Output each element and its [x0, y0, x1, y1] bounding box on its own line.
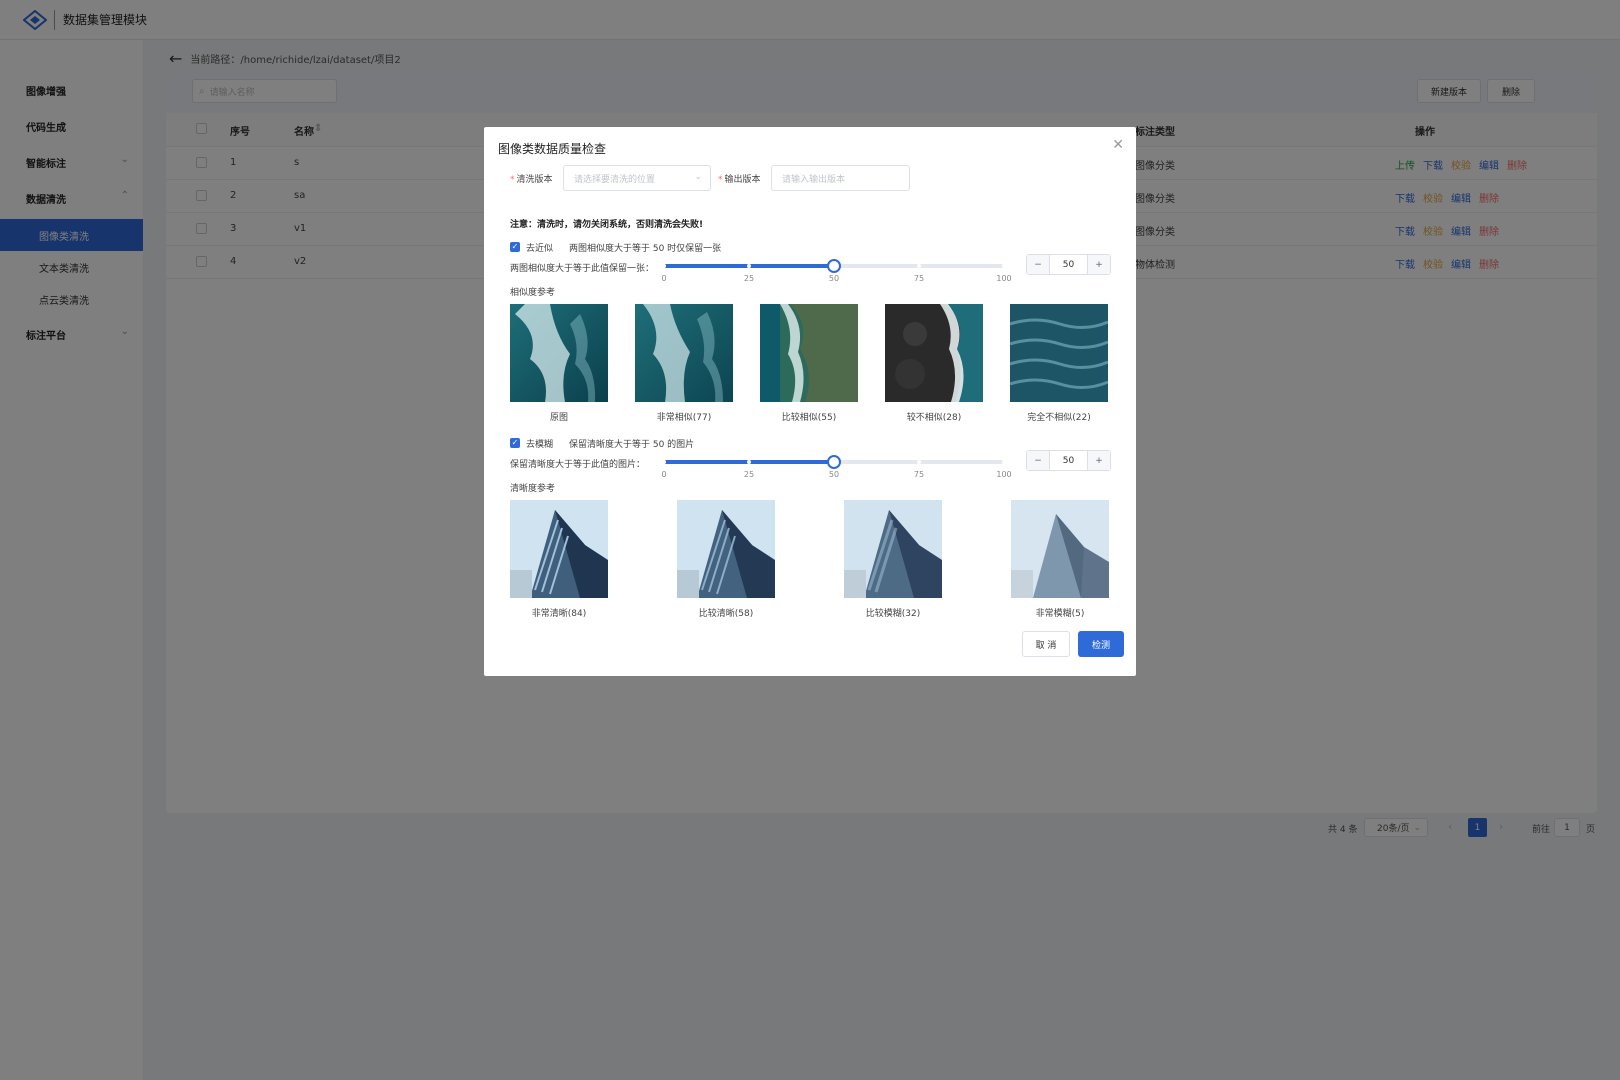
slider-tick-label: 25: [743, 274, 755, 283]
ref-caption: 比较清晰(58): [698, 609, 754, 619]
ref-image-very-blurry: [1011, 500, 1109, 598]
ref-image-not-similar: [1010, 304, 1108, 402]
clarity-slider[interactable]: 0 25 50 75 100: [661, 452, 1012, 479]
ref-caption: 比较相似(55): [781, 413, 837, 423]
slider-tick-dot: [917, 460, 921, 464]
deblur-hint: 保留清晰度大于等于 50 的图片: [569, 440, 695, 450]
output-version-label: * 输出版本: [718, 175, 761, 185]
slider-tick-label: 50: [828, 274, 840, 283]
minus-icon[interactable]: −: [1027, 451, 1049, 470]
clean-version-label-text: 清洗版本: [516, 175, 553, 185]
ref-caption: 原图: [549, 413, 568, 423]
minus-icon[interactable]: −: [1027, 255, 1049, 274]
ref-image-very-clear: [510, 500, 608, 598]
warning-note: 注意：清洗时，请勿关闭系统，否则清洗会失败!: [510, 220, 704, 230]
slider-tick-label: 0: [661, 274, 667, 283]
slider-tick-label: 0: [661, 470, 667, 479]
dedup-slider-label: 两图相似度大于等于此值保留一张：: [510, 264, 655, 274]
slider-tick-dot: [832, 264, 836, 268]
plus-icon[interactable]: +: [1088, 451, 1110, 470]
slider-tick-label: 25: [743, 470, 755, 479]
clarity-ref-label: 清晰度参考: [510, 484, 556, 494]
similarity-slider[interactable]: 0 25 50 75 100: [661, 256, 1012, 283]
similarity-value[interactable]: 50: [1049, 255, 1088, 274]
slider-tick-dot: [917, 264, 921, 268]
slider-tick-dot: [1002, 264, 1006, 268]
slider-tick-label: 100: [996, 470, 1012, 479]
slider-tick-dot: [747, 264, 751, 268]
clean-version-select[interactable]: 请选择要清洗的位置 ⌄: [563, 165, 711, 191]
ref-image-fairly-similar: [760, 304, 858, 402]
ref-image-fairly-clear: [677, 500, 775, 598]
ref-image-fairly-blurry: [844, 500, 942, 598]
ref-image-very-similar: [635, 304, 733, 402]
ref-caption: 比较模糊(32): [865, 609, 921, 619]
deblur-checkbox[interactable]: ✓: [510, 438, 520, 448]
clean-version-placeholder: 请选择要清洗的位置: [574, 174, 656, 185]
ref-image-original: [510, 304, 608, 402]
dialog-title: 图像类数据质量检查: [498, 142, 607, 156]
close-icon[interactable]: ✕: [1112, 137, 1124, 153]
slider-tick-label: 75: [913, 470, 925, 479]
deblur-checkbox-label[interactable]: 去模糊: [526, 437, 553, 450]
clarity-stepper[interactable]: − 50 +: [1026, 450, 1111, 471]
dedup-checkbox-label[interactable]: 去近似: [526, 241, 553, 254]
ref-caption: 非常模糊(5): [1035, 609, 1085, 619]
slider-tick-label: 50: [828, 470, 840, 479]
ref-image-less-similar: [885, 304, 983, 402]
plus-icon[interactable]: +: [1088, 255, 1110, 274]
dedup-hint: 两图相似度大于等于 50 时仅保留一张: [569, 244, 722, 254]
ref-caption: 非常相似(77): [656, 413, 712, 423]
slider-tick-dot: [662, 460, 666, 464]
quality-check-dialog: 图像类数据质量检查 ✕ * 清洗版本 请选择要清洗的位置 ⌄ * 输出版本 请输入输…: [484, 127, 1136, 676]
slider-tick-label: 75: [913, 274, 925, 283]
ref-caption: 完全不相似(22): [1027, 413, 1091, 423]
similarity-ref-label: 相似度参考: [510, 288, 556, 298]
output-version-input[interactable]: 请输入输出版本: [771, 165, 910, 191]
output-version-placeholder: 请输入输出版本: [782, 174, 846, 185]
ref-caption: 较不相似(28): [906, 413, 962, 423]
slider-tick-label: 100: [996, 274, 1012, 283]
deblur-slider-label: 保留清晰度大于等于此值的图片：: [510, 460, 646, 470]
cancel-button[interactable]: 取 消: [1022, 631, 1070, 657]
slider-tick-dot: [832, 460, 836, 464]
ref-caption: 非常清晰(84): [531, 609, 587, 619]
output-version-label-text: 输出版本: [724, 175, 761, 185]
slider-tick-dot: [1002, 460, 1006, 464]
clean-version-label: * 清洗版本: [510, 175, 553, 185]
detect-button[interactable]: 检测: [1078, 631, 1124, 657]
slider-tick-dot: [662, 264, 666, 268]
clarity-value[interactable]: 50: [1049, 451, 1088, 470]
dedup-checkbox[interactable]: ✓: [510, 242, 520, 252]
similarity-stepper[interactable]: − 50 +: [1026, 254, 1111, 275]
chevron-down-icon: ⌄: [694, 172, 702, 182]
slider-tick-dot: [747, 460, 751, 464]
